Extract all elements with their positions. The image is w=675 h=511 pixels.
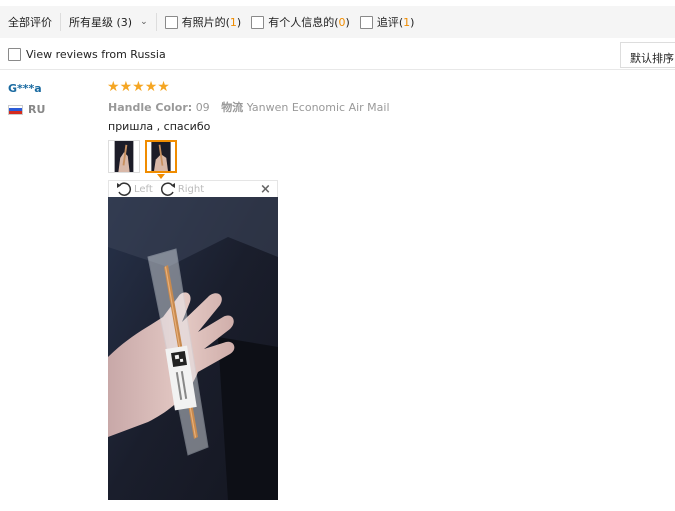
with-photos-count: 1 xyxy=(229,15,237,29)
shipping-label: 物流 xyxy=(221,101,244,114)
russia-reviews-checkbox[interactable] xyxy=(8,48,21,61)
star-icon: ★ xyxy=(157,79,170,95)
reviewer-country: RU xyxy=(8,103,45,116)
review-text: пришла , спасибо xyxy=(108,120,211,133)
filter-with-photos[interactable]: 有照片的 (1) xyxy=(164,14,242,30)
filter-star-rating-dropdown[interactable]: 所有星级 (3) ⌄ xyxy=(69,14,148,30)
review-filter-bar: 全部评价 所有星级 (3) ⌄ 有照片的 (1) 有个人信息的 (0) 追评 (… xyxy=(0,6,675,38)
star-icon: ★ xyxy=(144,79,158,95)
additional-reviews-count: 1 xyxy=(403,15,411,29)
paren-close: ) xyxy=(410,15,415,29)
filter-star-rating-label: 所有星级 (3) xyxy=(69,16,133,29)
rotate-left-icon xyxy=(117,182,132,196)
additional-reviews-checkbox[interactable] xyxy=(359,15,373,29)
photo-viewer-toolbar: Left Right × xyxy=(108,180,278,197)
paren-close: ) xyxy=(236,15,242,29)
reviewer-name: G***a xyxy=(8,82,42,95)
close-icon[interactable]: × xyxy=(260,182,271,197)
with-personal-info-checkbox[interactable] xyxy=(251,15,265,29)
country-code: RU xyxy=(28,103,46,116)
rotate-right-icon xyxy=(160,182,175,196)
divider xyxy=(155,13,157,31)
star-icon: ★ xyxy=(132,79,145,95)
chevron-down-icon: ⌄ xyxy=(140,17,148,27)
review-photo-thumbnail-selected[interactable] xyxy=(145,140,177,173)
with-photos-checkbox[interactable] xyxy=(164,15,178,29)
russia-flag-icon xyxy=(8,104,23,115)
with-photos-label: 有照片的 xyxy=(181,16,226,29)
review-photo-thumbnail[interactable] xyxy=(108,140,140,173)
selected-thumbnail-caret xyxy=(157,174,165,179)
filter-additional-reviews[interactable]: 追评 (1) xyxy=(359,14,415,30)
with-personal-info-count: 0 xyxy=(338,15,346,29)
star-icon: ★ xyxy=(107,79,120,95)
filter-all-reviews[interactable]: 全部评价 xyxy=(8,14,52,30)
sort-dropdown[interactable]: 默认排序 xyxy=(620,42,675,68)
rotate-right-label: Right xyxy=(177,183,205,195)
shipping-value: Yanwen Economic Air Mail xyxy=(246,101,390,114)
review-meta: Handle Color: 09 物流 Yanwen Economic Air … xyxy=(108,99,390,115)
rating-stars: ★ ★ ★ ★ ★ xyxy=(107,79,170,95)
divider xyxy=(60,13,61,31)
with-personal-info-label: 有个人信息的 xyxy=(268,16,335,29)
handle-color-label: Handle Color: xyxy=(108,101,193,114)
paren-close: ) xyxy=(345,15,350,29)
rotate-left-button[interactable]: Left xyxy=(115,181,153,197)
additional-reviews-label: 追评 xyxy=(376,16,399,29)
rotate-left-label: Left xyxy=(134,183,153,195)
filter-with-personal-info[interactable]: 有个人信息的 (0) xyxy=(251,14,350,30)
star-icon: ★ xyxy=(119,79,133,95)
handle-color-value: 09 xyxy=(195,101,210,114)
rotate-right-button[interactable]: Right xyxy=(159,181,204,197)
region-filter-row: View reviews from Russia 默认排序 xyxy=(0,40,675,70)
review-photo-enlarged xyxy=(108,197,278,500)
russia-reviews-label[interactable]: View reviews from Russia xyxy=(26,48,166,61)
